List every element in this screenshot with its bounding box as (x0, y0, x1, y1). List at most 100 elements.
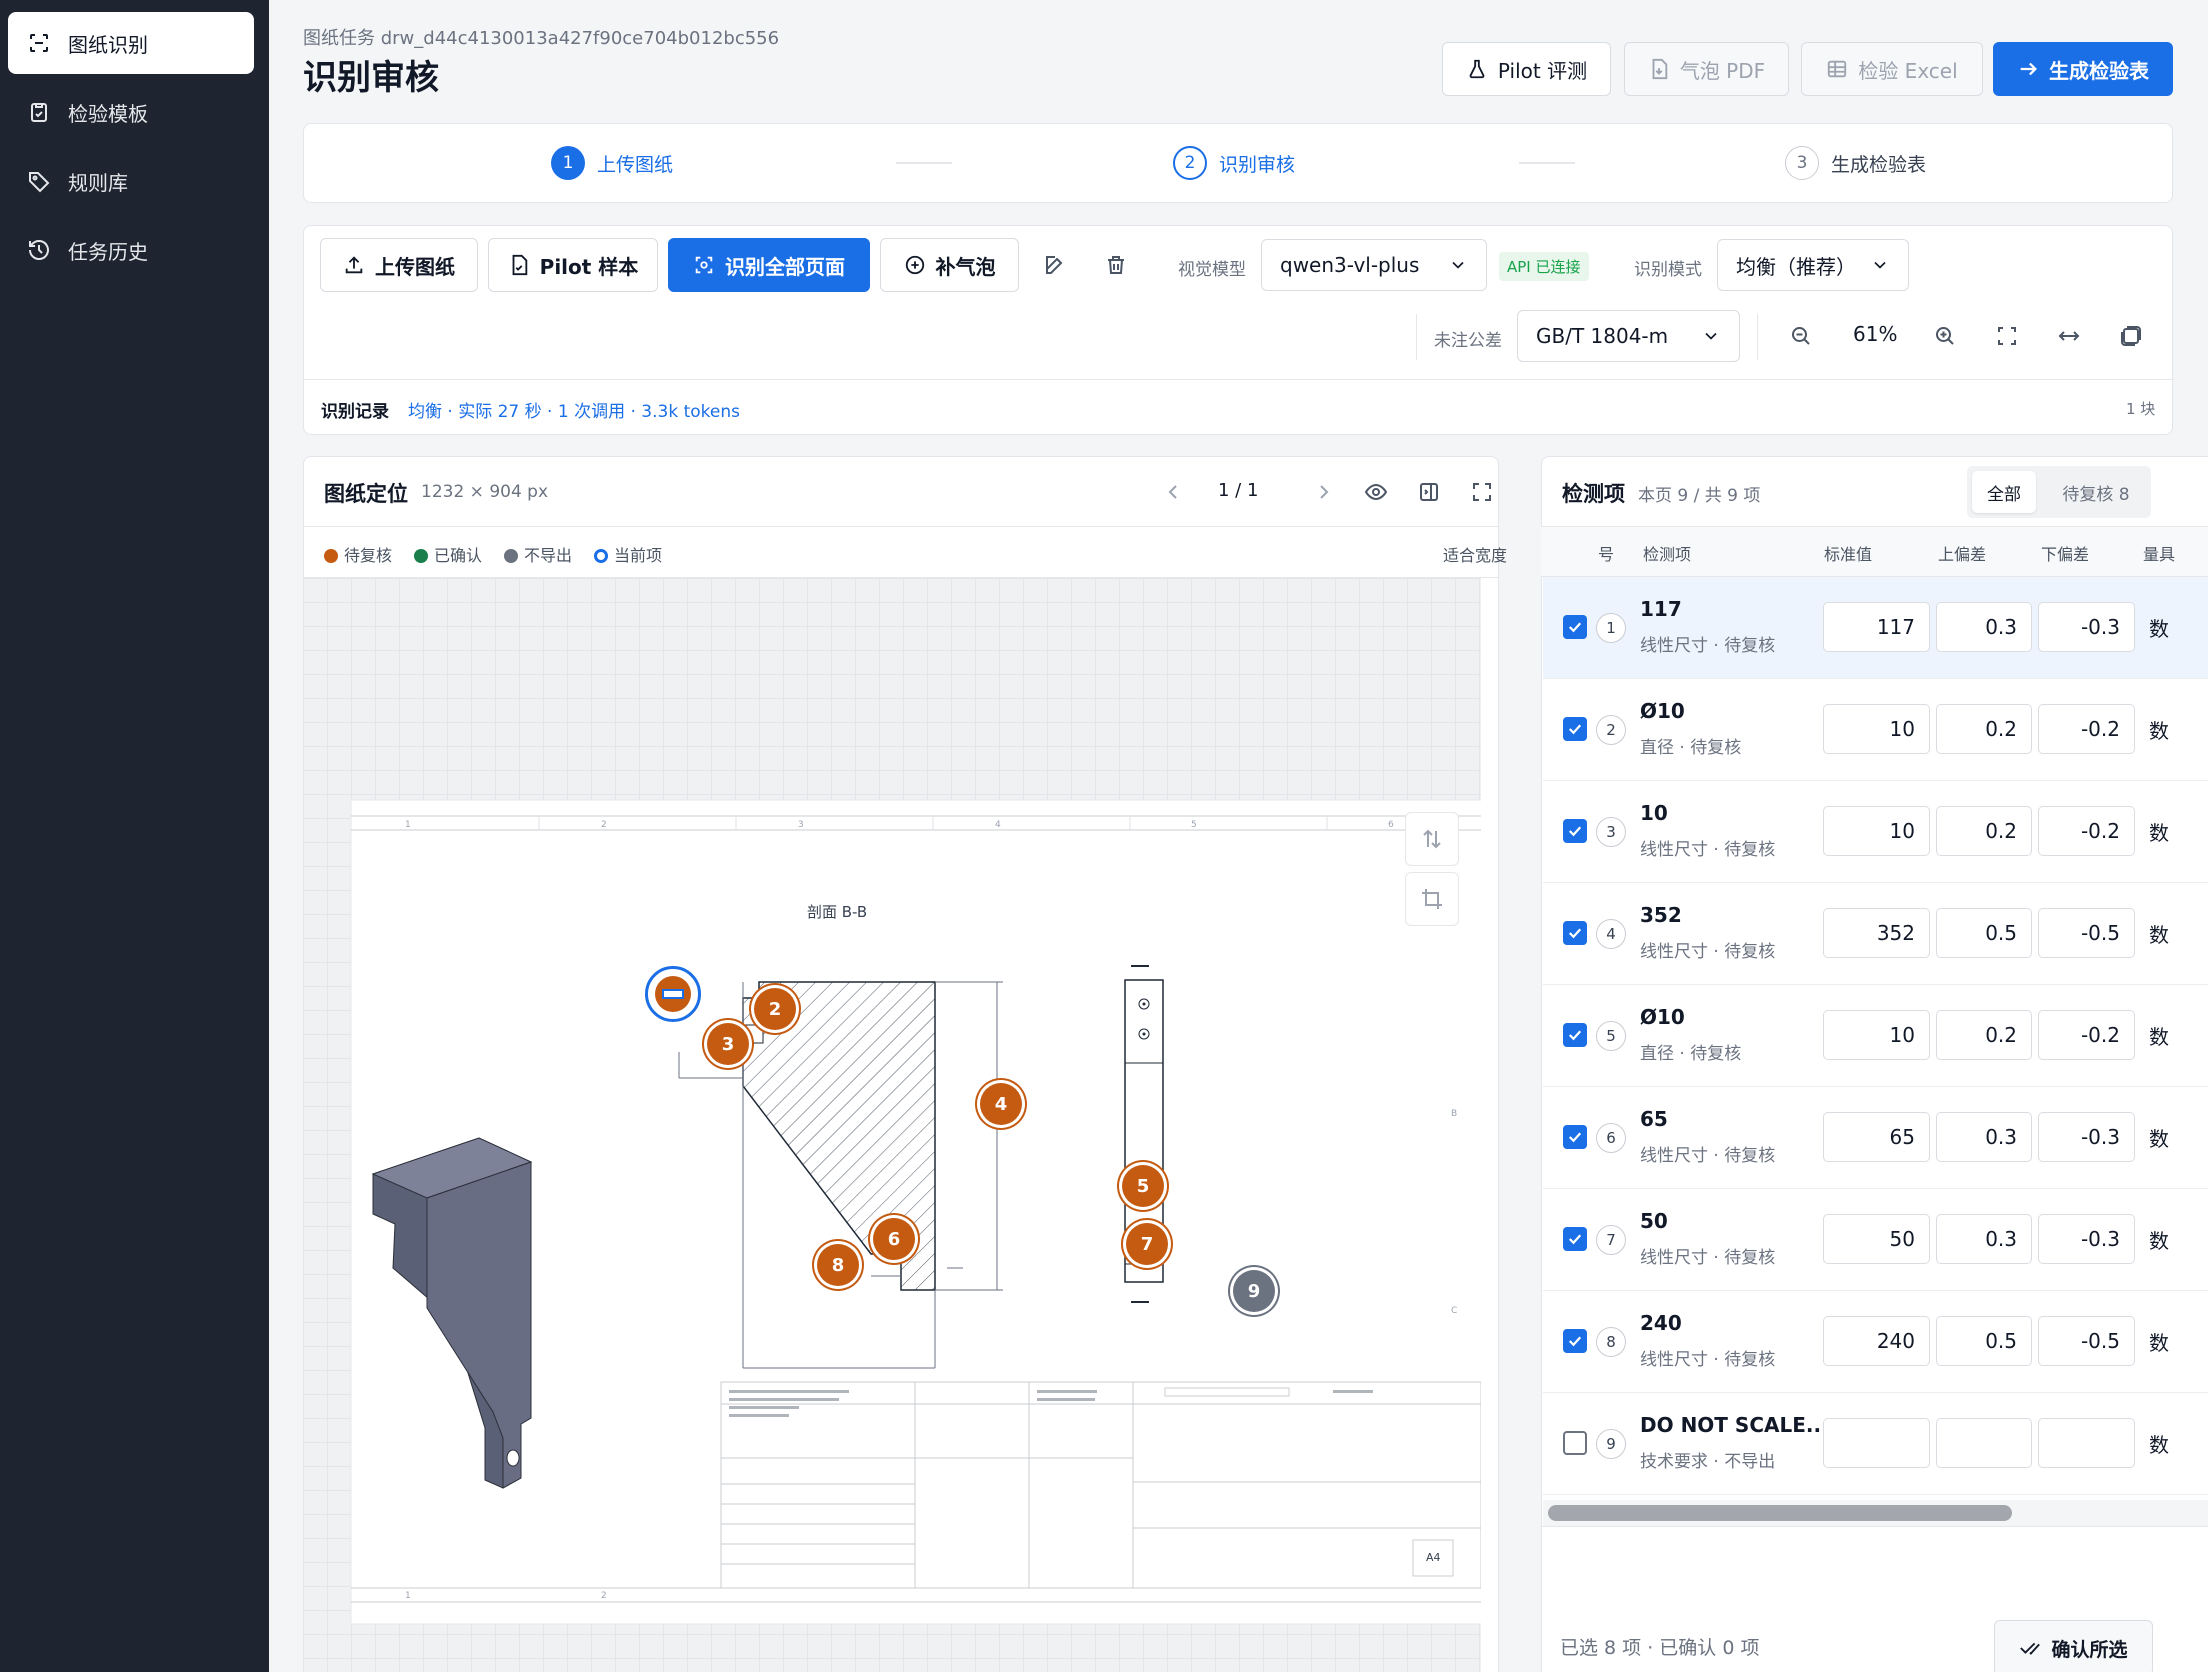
row-checkbox[interactable] (1563, 921, 1587, 945)
fit-screen-icon[interactable] (1987, 316, 2027, 356)
gauge-cell[interactable]: 数 (2149, 919, 2169, 948)
sidebar-item-rules[interactable]: 规则库 (8, 150, 254, 212)
split-view-icon[interactable] (1409, 472, 1449, 512)
lower-tolerance-input[interactable]: -0.2 (2038, 1010, 2135, 1060)
chevron-left-icon[interactable] (1153, 472, 1193, 512)
chevron-right-icon[interactable] (1304, 472, 1344, 512)
table-row[interactable]: 6 65 线性尺寸 · 待复核 65 0.3 -0.3 数 (1543, 1087, 2208, 1189)
nominal-input[interactable]: 10 (1823, 704, 1930, 754)
recognize-all-button[interactable]: 识别全部页面 (668, 238, 870, 292)
bubble-9[interactable]: 9 (1233, 1270, 1275, 1312)
row-checkbox[interactable] (1563, 1023, 1587, 1047)
row-checkbox[interactable] (1563, 1431, 1587, 1455)
scrollbar-thumb[interactable] (1548, 1505, 2012, 1521)
bubble-3[interactable]: 3 (707, 1023, 749, 1065)
add-bubble-button[interactable]: 补气泡 (880, 238, 1019, 292)
bubble-7[interactable]: 7 (1126, 1223, 1168, 1265)
gauge-cell[interactable]: 数 (2149, 1021, 2169, 1050)
nominal-input[interactable]: 352 (1823, 908, 1930, 958)
pilot-eval-button[interactable]: Pilot 评测 (1442, 42, 1611, 96)
fit-width-icon[interactable] (2049, 316, 2089, 356)
step-review[interactable]: 2 识别审核 (1173, 146, 1295, 180)
nominal-input[interactable]: 65 (1823, 1112, 1930, 1162)
bubble-5[interactable]: 5 (1122, 1165, 1164, 1207)
row-checkbox[interactable] (1563, 615, 1587, 639)
gauge-cell[interactable]: 数 (2149, 1429, 2169, 1458)
lower-tolerance-input[interactable]: -0.2 (2038, 704, 2135, 754)
bubble-pdf-button[interactable]: 气泡 PDF (1624, 42, 1789, 96)
gauge-cell[interactable]: 数 (2149, 1327, 2169, 1356)
lower-tolerance-input[interactable]: -0.5 (2038, 908, 2135, 958)
sidebar-item-drawing-recognition[interactable]: 图纸识别 (8, 12, 254, 74)
gauge-cell[interactable]: 数 (2149, 1123, 2169, 1152)
step-upload[interactable]: 1 上传图纸 (551, 146, 673, 180)
edit-icon[interactable] (1035, 245, 1075, 285)
nominal-input[interactable]: 117 (1823, 602, 1930, 652)
nominal-input[interactable]: 10 (1823, 1010, 1930, 1060)
fit-width-label[interactable]: 适合宽度 (1443, 542, 1507, 566)
record-value[interactable]: 均衡 · 实际 27 秒 · 1 次调用 · 3.3k tokens (408, 397, 740, 422)
mode-select[interactable]: 均衡（推荐） (1717, 239, 1909, 291)
upper-tolerance-input[interactable]: 0.2 (1936, 704, 2032, 754)
generate-sheet-button[interactable]: 生成检验表 (1993, 42, 2173, 96)
upper-tolerance-input[interactable]: 0.3 (1936, 1214, 2032, 1264)
swap-vertical-icon[interactable] (1405, 812, 1459, 866)
bubble-4[interactable]: 4 (980, 1083, 1022, 1125)
row-checkbox[interactable] (1563, 1329, 1587, 1353)
eye-icon[interactable] (1356, 472, 1396, 512)
lower-tolerance-input[interactable]: -0.3 (2038, 1112, 2135, 1162)
table-row[interactable]: 7 50 线性尺寸 · 待复核 50 0.3 -0.3 数 (1543, 1189, 2208, 1291)
nominal-input[interactable]: 50 (1823, 1214, 1930, 1264)
vision-model-select[interactable]: qwen3-vl-plus (1261, 239, 1487, 291)
nominal-input[interactable]: 10 (1823, 806, 1930, 856)
bubble-current[interactable] (645, 966, 701, 1022)
tolerance-select[interactable]: GB/T 1804-m (1517, 310, 1740, 362)
lower-tolerance-input[interactable] (2038, 1418, 2135, 1468)
step-generate[interactable]: 3 生成检验表 (1785, 146, 1926, 180)
layers-icon[interactable] (2111, 316, 2151, 356)
table-row[interactable]: 8 240 线性尺寸 · 待复核 240 0.5 -0.5 数 (1543, 1291, 2208, 1393)
drawing-canvas[interactable]: 123 456 12 BC 剖面 B-B A4 2 3 4 5 6 7 8 9 (303, 578, 1481, 1672)
lower-tolerance-input[interactable]: -0.3 (2038, 1214, 2135, 1264)
table-row[interactable]: 3 10 线性尺寸 · 待复核 10 0.2 -0.2 数 (1543, 781, 2208, 883)
gauge-cell[interactable]: 数 (2149, 715, 2169, 744)
sidebar-item-history[interactable]: 任务历史 (8, 219, 254, 281)
bubble-6[interactable]: 6 (873, 1218, 915, 1260)
nominal-input[interactable] (1823, 1418, 1930, 1468)
upper-tolerance-input[interactable] (1936, 1418, 2032, 1468)
lower-tolerance-input[interactable]: -0.3 (2038, 602, 2135, 652)
table-row[interactable]: 1 117 线性尺寸 · 待复核 117 0.3 -0.3 数 (1543, 577, 2208, 679)
upper-tolerance-input[interactable]: 0.2 (1936, 1010, 2032, 1060)
table-row[interactable]: 4 352 线性尺寸 · 待复核 352 0.5 -0.5 数 (1543, 883, 2208, 985)
sidebar-item-templates[interactable]: 检验模板 (8, 81, 254, 143)
upper-tolerance-input[interactable]: 0.5 (1936, 1316, 2032, 1366)
inspect-excel-button[interactable]: 检验 Excel (1801, 42, 1983, 96)
nominal-input[interactable]: 240 (1823, 1316, 1930, 1366)
trash-icon[interactable] (1096, 245, 1136, 285)
row-checkbox[interactable] (1563, 819, 1587, 843)
upper-tolerance-input[interactable]: 0.5 (1936, 908, 2032, 958)
tab-all[interactable]: 全部 (1972, 471, 2036, 513)
row-checkbox[interactable] (1563, 1125, 1587, 1149)
crop-icon[interactable] (1405, 872, 1459, 926)
row-checkbox[interactable] (1563, 1227, 1587, 1251)
table-row[interactable]: 2 Ø10 直径 · 待复核 10 0.2 -0.2 数 (1543, 679, 2208, 781)
fullscreen-icon[interactable] (1462, 472, 1502, 512)
pilot-sample-button[interactable]: Pilot 样本 (488, 238, 658, 292)
tab-pending[interactable]: 待复核 8 (2046, 471, 2146, 513)
bubble-8[interactable]: 8 (817, 1244, 859, 1286)
confirm-selected-button[interactable]: 确认所选 (1994, 1620, 2153, 1672)
table-row[interactable]: 9 DO NOT SCALE... 技术要求 · 不导出 数 (1543, 1393, 2208, 1495)
upper-tolerance-input[interactable]: 0.3 (1936, 602, 2032, 652)
lower-tolerance-input[interactable]: -0.5 (2038, 1316, 2135, 1366)
gauge-cell[interactable]: 数 (2149, 613, 2169, 642)
lower-tolerance-input[interactable]: -0.2 (2038, 806, 2135, 856)
upper-tolerance-input[interactable]: 0.3 (1936, 1112, 2032, 1162)
bubble-2[interactable]: 2 (754, 988, 796, 1030)
gauge-cell[interactable]: 数 (2149, 817, 2169, 846)
gauge-cell[interactable]: 数 (2149, 1225, 2169, 1254)
upload-drawing-button[interactable]: 上传图纸 (320, 238, 478, 292)
zoom-out-icon[interactable] (1781, 316, 1821, 356)
zoom-in-icon[interactable] (1925, 316, 1965, 356)
row-checkbox[interactable] (1563, 717, 1587, 741)
